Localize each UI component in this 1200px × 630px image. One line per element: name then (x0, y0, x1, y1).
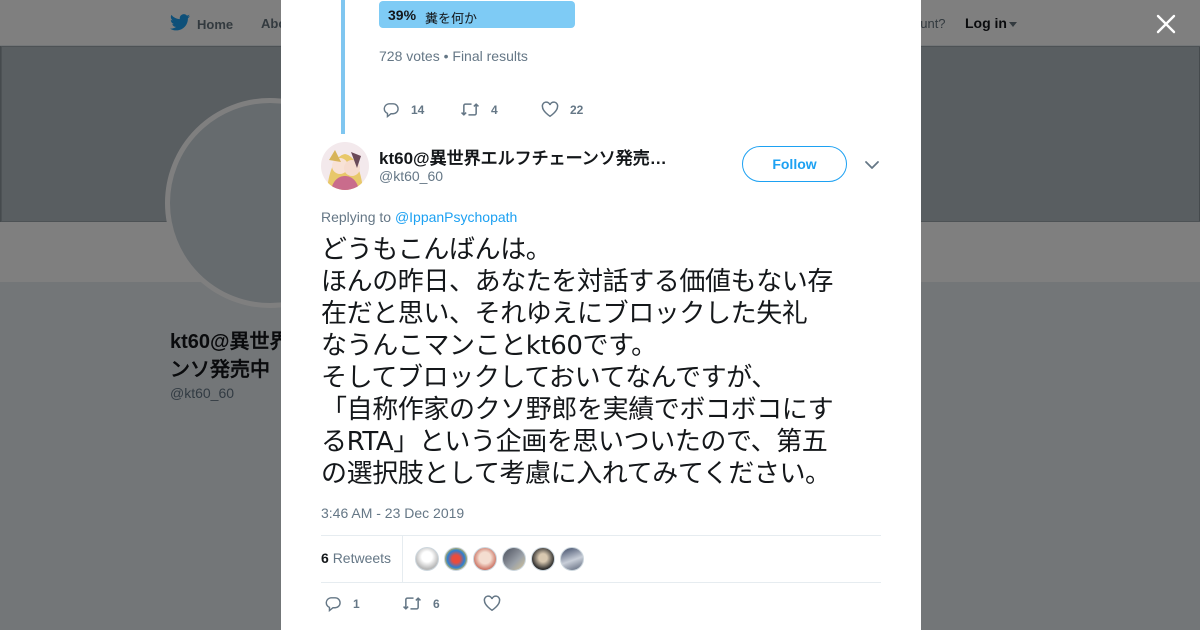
retweeter-avatar[interactable] (415, 547, 439, 571)
divider (321, 535, 881, 536)
retweet-icon (460, 101, 480, 118)
retweeter-avatar[interactable] (531, 547, 555, 571)
tweet-line: 「自称作家のクソ野郎を実績でボコボコにす (321, 395, 834, 425)
reply-count: 1 (353, 596, 360, 611)
divider (402, 536, 403, 582)
parent-retweet-count: 4 (491, 102, 498, 117)
poll-results-meta: 728 votes • Final results (379, 48, 528, 64)
author-name[interactable]: kt60@異世界エルフチェーンソ発売… (379, 144, 689, 169)
replying-to: Replying to @IppanPsychopath (321, 209, 517, 225)
replying-to-link[interactable]: @IppanPsychopath (395, 209, 517, 225)
tweet-line: なうんこマンことkt60です。 (321, 331, 657, 361)
retweet-stats-count: 6 (321, 550, 329, 566)
retweeter-avatars (415, 547, 584, 571)
replying-prefix: Replying to (321, 209, 392, 225)
retweeter-avatar[interactable] (560, 547, 584, 571)
retweet-icon (402, 595, 422, 612)
retweet-action[interactable]: 6 (402, 595, 440, 612)
tweet-line: 在だと思い、それゆえにブロックした失礼 (321, 299, 808, 329)
retweet-count: 6 (433, 596, 440, 611)
reply-icon (324, 595, 342, 612)
retweeter-avatar[interactable] (502, 547, 526, 571)
heart-icon (483, 595, 501, 612)
author-handle[interactable]: @kt60_60 (379, 168, 443, 184)
retweeter-avatar[interactable] (444, 547, 468, 571)
reply-action[interactable]: 1 (324, 595, 360, 612)
parent-like-count: 22 (570, 102, 584, 117)
close-icon[interactable] (1154, 12, 1178, 36)
heart-icon (541, 101, 559, 118)
follow-button[interactable]: Follow (742, 146, 847, 182)
tweet-line: そしてブロックしておいてなんですが、 (321, 363, 777, 393)
tweet-timestamp[interactable]: 3:46 AM - 23 Dec 2019 (321, 505, 464, 521)
tweet-text: どうもこんばんは。 ほんの昨日、あなたを対話する価値もない存 在だと思い、それゆ… (321, 234, 891, 490)
chevron-down-icon[interactable] (864, 157, 880, 173)
retweet-stats[interactable]: 6 Retweets (321, 550, 391, 566)
poll-option-percent: 39% (388, 7, 417, 23)
tweet-line: どうもこんばんは。 (321, 235, 552, 265)
parent-retweet-action[interactable]: 4 (460, 101, 498, 118)
reply-icon (382, 101, 400, 118)
divider (321, 582, 881, 583)
retweeter-avatar[interactable] (473, 547, 497, 571)
retweet-stats-label: Retweets (332, 550, 392, 566)
parent-reply-action[interactable]: 14 (382, 101, 424, 118)
tweet-line: の選択肢として考慮に入れてみてください。 (321, 459, 831, 489)
parent-like-action[interactable]: 22 (541, 101, 583, 118)
poll-option-label: 糞を何か (425, 11, 478, 26)
parent-reply-count: 14 (411, 102, 425, 117)
tweet-line: ほんの昨日、あなたを対話する価値もない存 (321, 267, 834, 297)
tweet-line: るRTA」という企画を思いついたので、第五 (321, 427, 828, 457)
thread-connector (341, 0, 345, 134)
like-action[interactable] (483, 595, 512, 612)
author-avatar[interactable] (321, 142, 369, 190)
tweet-modal: 39% 糞を何か 728 votes • Final results 14 4 … (281, 0, 921, 630)
